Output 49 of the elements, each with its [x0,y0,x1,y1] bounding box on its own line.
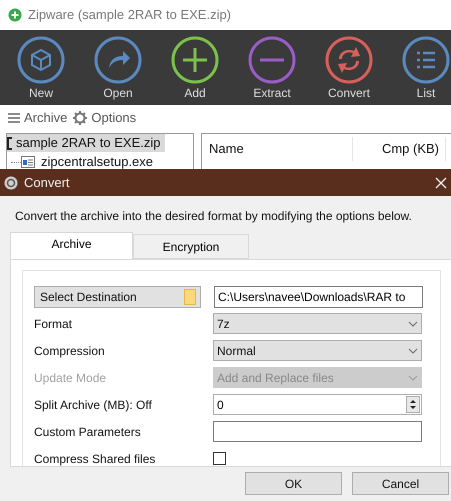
open-icon [94,36,142,84]
convert-icon [325,36,373,84]
field-label: Update Mode [34,370,108,386]
tree-item[interactable]: zipcentralsetup.exe [41,155,154,169]
folder-icon [184,288,196,304]
column-header[interactable]: Name [202,137,353,161]
close-icon [435,176,447,188]
add-icon [171,36,219,84]
field-label: Compression [34,342,106,360]
chevron-icon [408,374,418,380]
dialog-description: Convert the archive into the desired format by modifying the options below. [15,208,413,224]
menu-item[interactable]: Options [73,108,136,128]
dialog-title: Convert [24,174,70,192]
menu-icon [8,113,20,123]
chevron-icon [408,348,418,354]
app-logo-icon [8,8,22,22]
field-label: Compress Shared files [34,450,156,468]
menu-item[interactable]: Archive [8,108,68,128]
dialog-button[interactable]: Cancel [352,472,449,495]
field-label: Format [34,316,74,332]
spinner-arrows-icon [406,396,420,413]
toolbar-button[interactable]: Open [94,36,142,105]
settings-icon [73,111,88,125]
new-icon [17,36,65,84]
field-label: Custom Parameters [34,424,142,440]
column-header[interactable]: Cmp (KB) [353,137,446,161]
number-field[interactable]: 0 [213,394,422,415]
list-icon [402,36,450,84]
tree-item[interactable]: sample 2RAR to EXE.zip [7,134,165,152]
text-field[interactable] [213,421,422,442]
toolbar-button[interactable]: Add [171,36,219,105]
checkbox[interactable] [213,452,226,465]
select-destination-button[interactable]: Select Destination [34,286,201,308]
app-logo-icon [4,176,18,190]
tab[interactable]: Archive [10,232,133,259]
destination-field[interactable]: C:\Users\navee\Downloads\RAR to [214,286,423,308]
extract-icon [248,36,296,84]
toolbar-button[interactable]: Extract [248,36,296,105]
toolbar-button[interactable]: New [17,36,65,105]
dropdown[interactable]: Normal [213,340,422,361]
tab[interactable]: Encryption [133,234,249,259]
field-label: Split Archive (MB): Off [34,396,153,414]
toolbar-button[interactable]: Convert [325,36,373,105]
file-icon [21,156,35,168]
chevron-icon [408,320,418,326]
dropdown[interactable]: 7z [213,313,422,334]
window-title: Zipware (sample 2RAR to EXE.zip) [28,6,232,24]
dialog-button[interactable]: OK [245,472,342,495]
toolbar-button[interactable]: List [402,36,450,105]
